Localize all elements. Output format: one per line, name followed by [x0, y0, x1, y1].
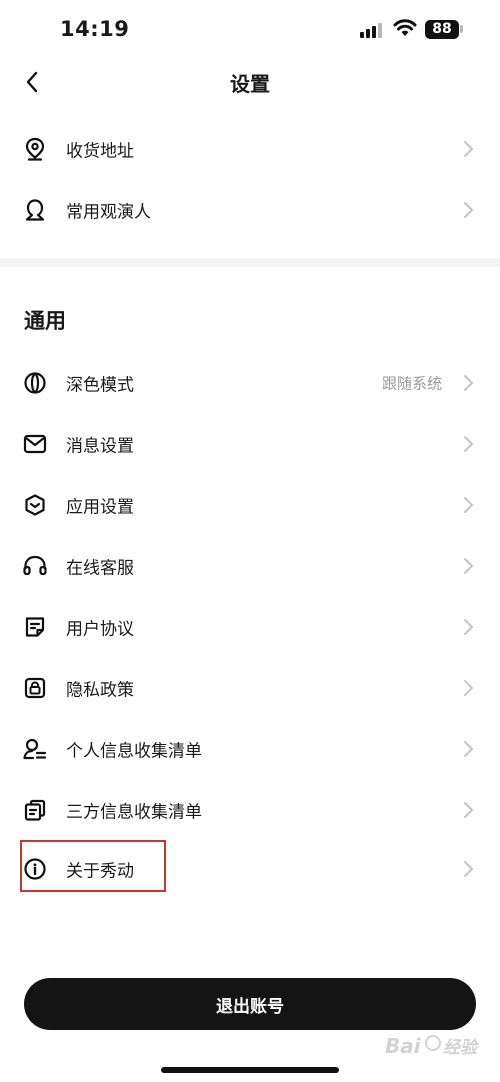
chevron-right-icon: [464, 201, 473, 218]
list-item-third-party-info-list[interactable]: 三方信息收集清单: [0, 779, 500, 840]
person-icon: [22, 197, 48, 223]
battery-cap: [460, 25, 463, 33]
list-item-label: 三方信息收集清单: [66, 802, 202, 822]
chevron-right-icon: [464, 618, 473, 635]
location-pin-icon: [22, 136, 48, 162]
person-list-icon: [22, 736, 48, 762]
list-item-customer-service[interactable]: 在线客服: [0, 535, 500, 596]
chevron-right-icon: [464, 557, 473, 574]
list-item-personal-info-list[interactable]: 个人信息收集清单: [0, 718, 500, 779]
chevron-right-icon: [464, 740, 473, 757]
envelope-icon: [22, 431, 48, 457]
list-item-value: 跟随系统: [381, 374, 442, 392]
battery-level: 88: [425, 20, 459, 39]
list-item-app-settings[interactable]: 应用设置: [0, 474, 500, 535]
list-item-address[interactable]: 收货地址: [0, 118, 500, 179]
signal-icon: [360, 22, 384, 38]
chevron-right-icon: [464, 496, 473, 513]
watermark: Bai 经验: [385, 1028, 485, 1062]
dark-mode-icon: [22, 370, 48, 396]
nav-bar: 设置: [0, 60, 500, 104]
list-item-label: 应用设置: [66, 497, 134, 517]
list-item-user-agreement[interactable]: 用户协议: [0, 596, 500, 657]
logout-button[interactable]: 退出账号: [24, 978, 476, 1030]
list-item-label: 常用观演人: [66, 202, 151, 222]
status-time: 14:19: [60, 17, 130, 41]
section-divider: [0, 258, 500, 267]
wifi-icon: [393, 18, 417, 38]
chevron-right-icon: [464, 679, 473, 696]
svg-text:Bai: Bai: [385, 1034, 422, 1058]
list-item-label: 个人信息收集清单: [66, 741, 202, 761]
chevron-right-icon: [464, 860, 473, 877]
chevron-right-icon: [464, 374, 473, 391]
list-item-label: 收货地址: [66, 141, 134, 161]
copy-list-icon: [22, 797, 48, 823]
app-settings-icon: [22, 492, 48, 518]
list-item-dark-mode[interactable]: 深色模式 跟随系统: [0, 352, 500, 413]
list-item-message-settings[interactable]: 消息设置: [0, 413, 500, 474]
page-title: 设置: [230, 72, 270, 96]
list-item-label: 深色模式: [66, 375, 134, 395]
chevron-right-icon: [464, 140, 473, 157]
headset-icon: [22, 553, 48, 579]
status-bar: 14:19 88: [0, 0, 500, 60]
lock-icon: [22, 675, 48, 701]
list-item-privacy-policy[interactable]: 隐私政策: [0, 657, 500, 718]
list-item-label: 隐私政策: [66, 680, 134, 700]
chevron-right-icon: [464, 801, 473, 818]
section-title: 通用: [24, 309, 66, 333]
list-item-label: 在线客服: [66, 558, 134, 578]
list-item-attendees[interactable]: 常用观演人: [0, 179, 500, 240]
annotation-highlight-box: [20, 840, 166, 892]
list-item-label: 用户协议: [66, 619, 134, 639]
document-icon: [22, 614, 48, 640]
chevron-right-icon: [464, 435, 473, 452]
home-indicator: [161, 1067, 339, 1073]
list-item-label: 消息设置: [66, 436, 134, 456]
svg-text:经验: 经验: [443, 1038, 480, 1058]
